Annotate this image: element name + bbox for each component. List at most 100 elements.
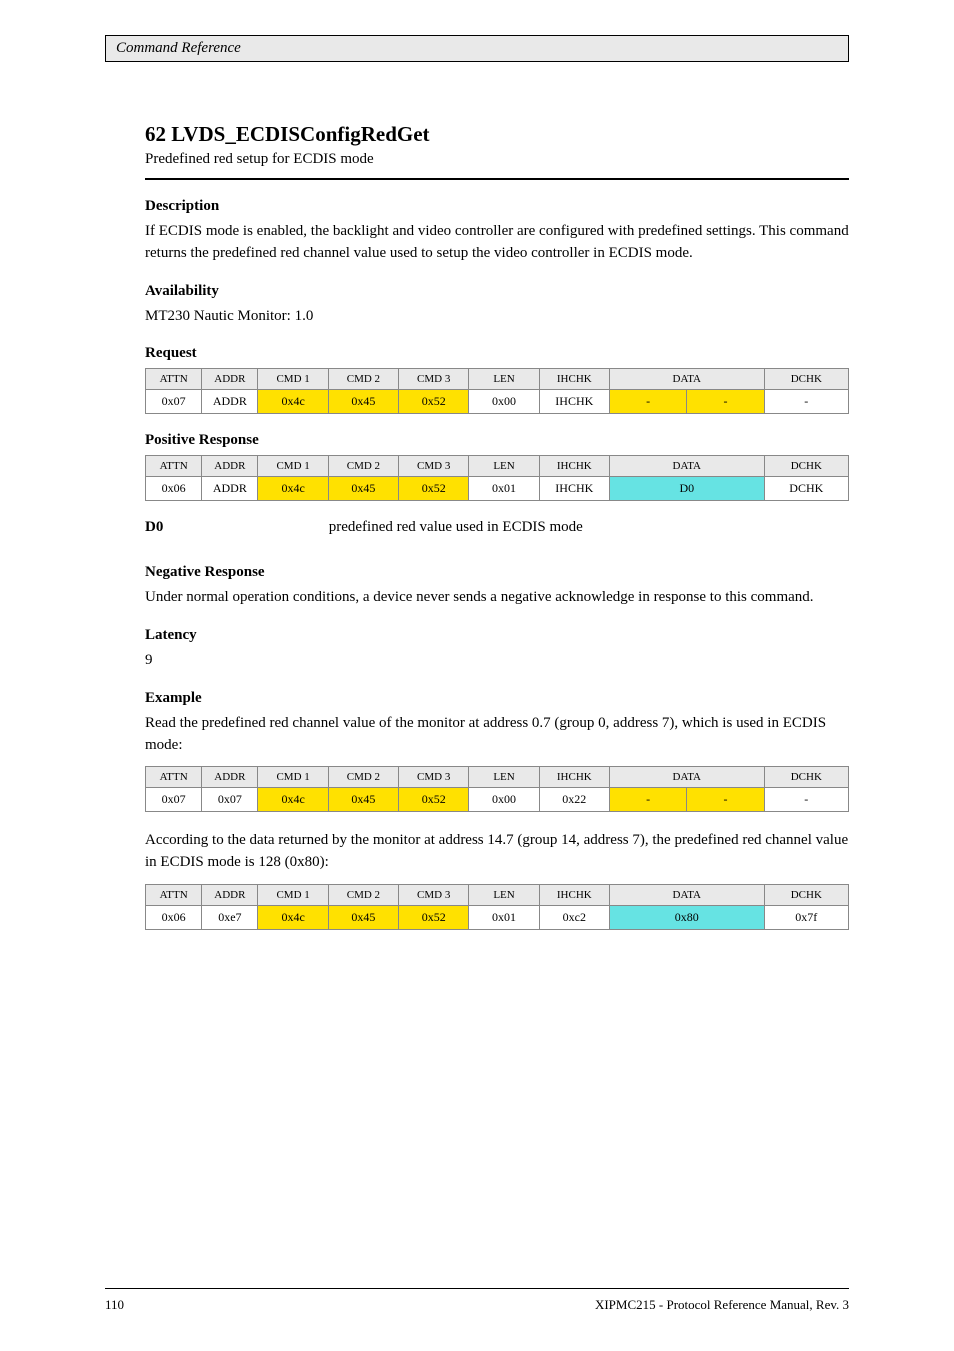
latency-text: 9 [145,650,849,672]
col-attn: ATTN [146,767,202,788]
cell-addr: 0xe7 [202,905,258,929]
col-cmd3: CMD 3 [399,369,469,390]
cell-data-b: - [687,390,764,414]
col-len: LEN [469,767,539,788]
example-label: Example [145,690,849,707]
cell-data-a: - [609,390,686,414]
cell-len: 0x01 [469,905,539,929]
col-ihchk: IHCHK [539,767,609,788]
col-addr: ADDR [202,369,258,390]
cell-ihchk: IHCHK [539,390,609,414]
col-cmd2: CMD 2 [328,369,398,390]
col-attn: ATTN [146,369,202,390]
cell-cmd3: 0x52 [399,788,469,812]
col-dchk: DCHK [764,767,848,788]
col-len: LEN [469,456,539,477]
cell-dchk: - [764,390,848,414]
availability-label: Availability [145,283,849,300]
param-row: D0 predefined red value used in ECDIS mo… [145,519,849,536]
table-row: 0x06 ADDR 0x4c 0x45 0x52 0x01 IHCHK D0 D… [146,477,849,501]
cell-data: 0x80 [609,905,764,929]
cell-cmd2: 0x45 [328,390,398,414]
cell-cmd1: 0x4c [258,390,328,414]
col-addr: ADDR [202,456,258,477]
col-len: LEN [469,884,539,905]
col-dchk: DCHK [764,456,848,477]
latency-label: Latency [145,627,849,644]
col-cmd1: CMD 1 [258,369,328,390]
cell-cmd2: 0x45 [328,788,398,812]
col-data: DATA [609,369,764,390]
running-header: Command Reference [105,35,849,62]
cell-attn: 0x06 [146,477,202,501]
cell-attn: 0x06 [146,905,202,929]
cell-dchk: - [764,788,848,812]
cell-data-b: - [687,788,764,812]
cell-len: 0x00 [469,390,539,414]
cell-addr: ADDR [202,390,258,414]
table-header-row: ATTN ADDR CMD 1 CMD 2 CMD 3 LEN IHCHK DA… [146,884,849,905]
col-attn: ATTN [146,884,202,905]
cell-len: 0x00 [469,788,539,812]
response-table: ATTN ADDR CMD 1 CMD 2 CMD 3 LEN IHCHK DA… [145,455,849,501]
col-cmd3: CMD 3 [399,884,469,905]
page-footer: 110 XIPMC215 - Protocol Reference Manual… [105,1288,849,1313]
cell-attn: 0x07 [146,390,202,414]
col-cmd1: CMD 1 [258,884,328,905]
table-header-row: ATTN ADDR CMD 1 CMD 2 CMD 3 LEN IHCHK DA… [146,767,849,788]
table-header-row: ATTN ADDR CMD 1 CMD 2 CMD 3 LEN IHCHK DA… [146,456,849,477]
col-dchk: DCHK [764,884,848,905]
col-attn: ATTN [146,456,202,477]
cell-ihchk: 0xc2 [539,905,609,929]
description-text: If ECDIS mode is enabled, the backlight … [145,221,849,265]
neg-response-text: Under normal operation conditions, a dev… [145,587,849,609]
cell-dchk: 0x7f [764,905,848,929]
cell-ihchk: IHCHK [539,477,609,501]
page-number: 110 [105,1297,124,1313]
cell-cmd3: 0x52 [399,905,469,929]
col-cmd1: CMD 1 [258,456,328,477]
cell-data-a: - [609,788,686,812]
cell-dchk: DCHK [764,477,848,501]
cell-attn: 0x07 [146,788,202,812]
cell-ihchk: 0x22 [539,788,609,812]
col-data: DATA [609,767,764,788]
table-row: 0x07 ADDR 0x4c 0x45 0x52 0x00 IHCHK - - … [146,390,849,414]
command-subtitle: Predefined red setup for ECDIS mode [145,151,849,168]
cell-addr: ADDR [202,477,258,501]
running-header-text: Command Reference [116,40,241,56]
col-cmd2: CMD 2 [328,767,398,788]
cell-cmd2: 0x45 [328,477,398,501]
neg-response-label: Negative Response [145,564,849,581]
col-cmd2: CMD 2 [328,884,398,905]
cell-cmd1: 0x4c [258,788,328,812]
cell-cmd2: 0x45 [328,905,398,929]
col-addr: ADDR [202,884,258,905]
col-ihchk: IHCHK [539,884,609,905]
request-table: ATTN ADDR CMD 1 CMD 2 CMD 3 LEN IHCHK DA… [145,368,849,414]
example-resp-text: According to the data returned by the mo… [145,830,849,874]
col-ihchk: IHCHK [539,456,609,477]
col-cmd3: CMD 3 [399,456,469,477]
param-desc: predefined red value used in ECDIS mode [329,519,583,536]
example-req-text: Read the predefined red channel value of… [145,713,849,757]
table-header-row: ATTN ADDR CMD 1 CMD 2 CMD 3 LEN IHCHK DA… [146,369,849,390]
doc-id: XIPMC215 - Protocol Reference Manual, Re… [595,1297,849,1313]
col-len: LEN [469,369,539,390]
command-title: 62 LVDS_ECDISConfigRedGet [145,122,849,147]
col-cmd3: CMD 3 [399,767,469,788]
cell-cmd3: 0x52 [399,390,469,414]
description-label: Description [145,198,849,215]
table-row: 0x07 0x07 0x4c 0x45 0x52 0x00 0x22 - - - [146,788,849,812]
cell-len: 0x01 [469,477,539,501]
cell-cmd1: 0x4c [258,905,328,929]
cell-addr: 0x07 [202,788,258,812]
title-rule [145,178,849,180]
cell-data: D0 [609,477,764,501]
col-dchk: DCHK [764,369,848,390]
cell-cmd3: 0x52 [399,477,469,501]
param-label: D0 [145,519,325,536]
col-ihchk: IHCHK [539,369,609,390]
response-label: Positive Response [145,432,849,449]
example-request-table: ATTN ADDR CMD 1 CMD 2 CMD 3 LEN IHCHK DA… [145,766,849,812]
